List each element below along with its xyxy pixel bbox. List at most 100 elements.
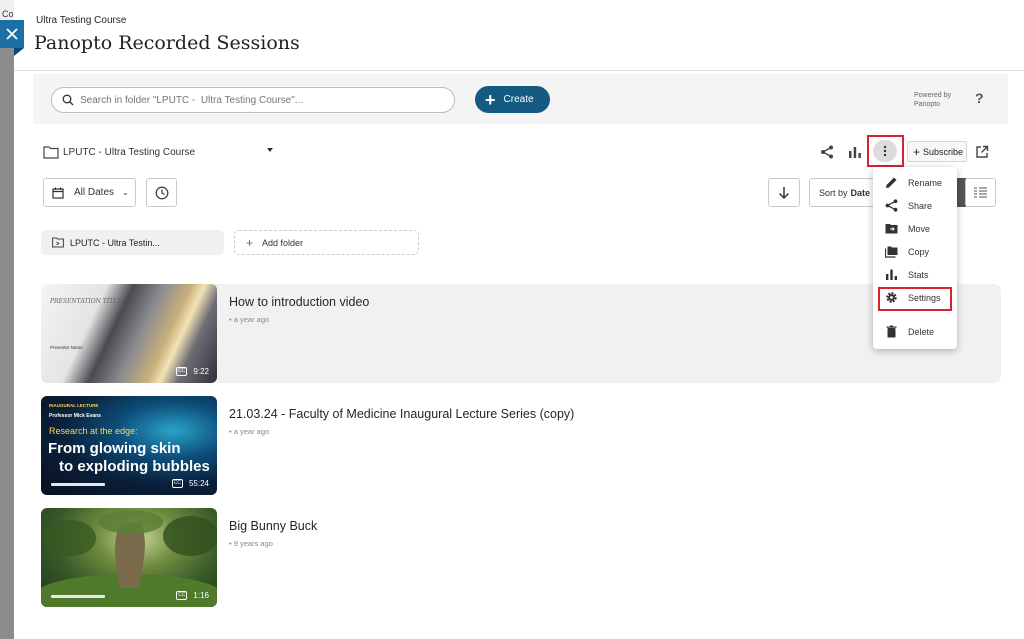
session-age-label: 9 years ago [233,539,273,548]
search-icon [62,94,74,106]
duration-badge: CC 9:22 [176,367,209,376]
panopto-embed: + Create Powered by Panopto ? LPUTC - Ul… [33,74,1008,639]
more-options-button[interactable] [873,140,897,162]
thumbnail-text: to exploding bubbles [59,458,210,475]
powered-by-label: Powered by [914,92,951,99]
captions-icon: CC [171,479,183,488]
menu-item-label: Delete [908,326,935,337]
panel-header: Ultra Testing Course Panopto Recorded Se… [14,0,1024,71]
duration-label: 1:16 [193,591,209,600]
plus-icon: + [246,235,254,250]
menu-item-copy[interactable]: Copy [873,240,957,263]
thumbnail-text: From glowing skin [48,440,181,457]
pencil-icon [885,177,896,188]
powered-by-panopto: Powered by Panopto [914,91,951,109]
watch-progress-bar [51,483,105,486]
session-age-label: a year ago [233,315,270,324]
sort-direction-button[interactable] [768,178,800,207]
subfolder-item[interactable]: LPUTC - Ultra Testin... [41,230,224,255]
close-button-tail [14,48,24,56]
list-view-button[interactable] [965,178,996,207]
session-row[interactable]: PRESENTATION TITLE Presenter Name CC 9:2… [41,284,1001,383]
panopto-label: Panopto [914,101,941,108]
trash-icon [886,325,896,338]
chevron-down-icon: ⌄ [122,188,129,197]
plus-icon: + [913,144,921,159]
menu-item-share[interactable]: Share [873,194,957,217]
caret-down-icon[interactable] [267,148,273,152]
menu-item-label: Stats [908,269,929,280]
share-icon [885,199,897,212]
watch-progress-bar [51,595,105,598]
session-age: • a year ago [229,315,270,324]
subfolder-label: LPUTC - Ultra Testin... [70,237,160,248]
thumbnail-text: INAUGURAL LECTURE [49,403,99,408]
menu-item-label: Share [908,200,933,211]
recent-button[interactable] [146,178,177,207]
background-page-strip: Co [0,0,14,639]
list-view-icon [974,187,987,198]
course-label: Ultra Testing Course [36,15,127,26]
folder-selector[interactable]: LPUTC - Ultra Testing Course [43,142,195,162]
thumbnail-title-text: PRESENTATION TITLE [50,298,122,305]
move-folder-icon [885,224,897,234]
create-button[interactable]: + Create [475,86,550,113]
plus-icon: + [485,89,496,110]
folder-icon [52,237,64,248]
clock-icon [155,186,168,199]
search-field[interactable] [51,87,455,113]
duration-label: 9:22 [193,367,209,376]
session-thumbnail[interactable]: PRESENTATION TITLE Presenter Name CC 9:2… [41,284,217,383]
close-icon [6,28,18,40]
bar-chart-icon [849,147,861,158]
calendar-icon [52,187,64,199]
stats-icon [885,269,897,280]
folder-icon [43,146,59,159]
session-title[interactable]: 21.03.24 - Faculty of Medicine Inaugural… [229,407,574,421]
more-vertical-icon [883,145,887,157]
help-button[interactable]: ? [975,90,984,106]
open-external-button[interactable] [973,143,991,161]
menu-item-rename[interactable]: Rename [873,171,957,194]
search-bar: + Create Powered by Panopto ? [33,74,1008,124]
add-folder-label: Add folder [262,237,304,248]
thumbnail-text: Professor Mick Evans [49,413,101,419]
menu-item-move[interactable]: Move [873,217,957,240]
date-filter-label: All Dates [74,187,115,198]
arrow-down-icon [778,186,790,199]
copy-icon [884,246,897,258]
menu-item-stats[interactable]: Stats [873,263,957,286]
menu-item-label: Copy [908,246,930,257]
session-row[interactable]: INAUGURAL LECTURE Professor Mick Evans R… [41,396,1001,495]
search-input[interactable] [80,94,440,106]
share-icon [821,145,833,159]
subscribe-button[interactable]: + Subscribe [907,141,967,162]
page-title: Panopto Recorded Sessions [34,32,300,54]
menu-item-delete[interactable]: Delete [873,320,957,343]
share-folder-button[interactable] [818,143,836,161]
sort-by-label: Sort by [819,187,848,198]
folder-options-menu: Rename Share Move Copy Stats Settings De… [873,167,957,349]
session-row[interactable]: CC 1:16 Big Bunny Buck • 9 years ago [41,508,1001,607]
sort-by-value: Date [850,187,871,198]
subscribe-label: Subscribe [923,146,964,157]
close-panel-button[interactable] [0,20,24,48]
captions-icon: CC [176,367,188,376]
highlight-settings [878,287,952,311]
menu-item-label: Rename [908,177,943,188]
duration-label: 55:24 [188,479,209,488]
session-thumbnail[interactable]: CC 1:16 [41,508,217,607]
session-thumbnail[interactable]: INAUGURAL LECTURE Professor Mick Evans R… [41,396,217,495]
date-filter-dropdown[interactable]: All Dates ⌄ [43,178,136,207]
captions-icon: CC [176,591,188,600]
folder-name: LPUTC - Ultra Testing Course [63,146,196,158]
session-age: • 9 years ago [229,539,273,548]
session-title[interactable]: How to introduction video [229,295,369,309]
folder-stats-button[interactable] [846,143,864,161]
thumbnail-text: Research at the edge: [49,426,138,436]
session-title[interactable]: Big Bunny Buck [229,519,317,533]
duration-badge: CC 55:24 [171,479,209,488]
add-folder-button[interactable]: + Add folder [234,230,419,255]
duration-badge: CC 1:16 [176,591,209,600]
thumbnail-presenter-text: Presenter Name [50,345,83,350]
